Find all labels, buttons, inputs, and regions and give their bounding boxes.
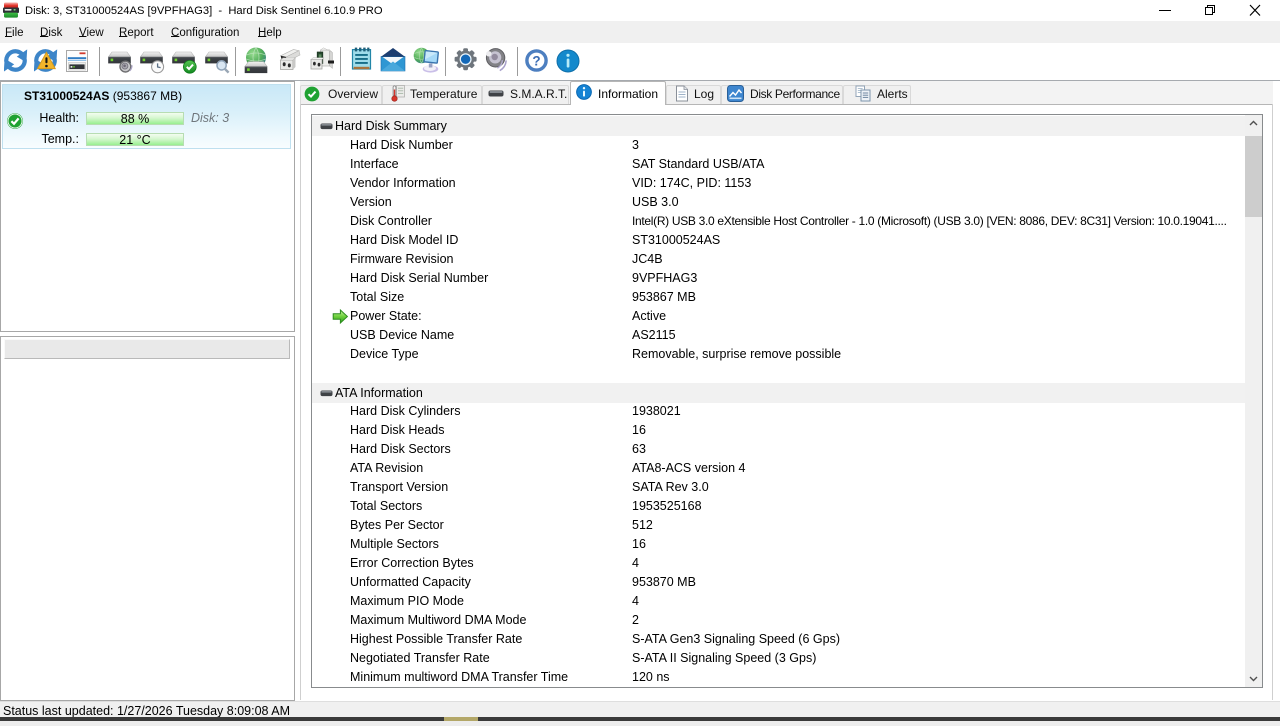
svg-text:?: ? — [532, 53, 540, 68]
